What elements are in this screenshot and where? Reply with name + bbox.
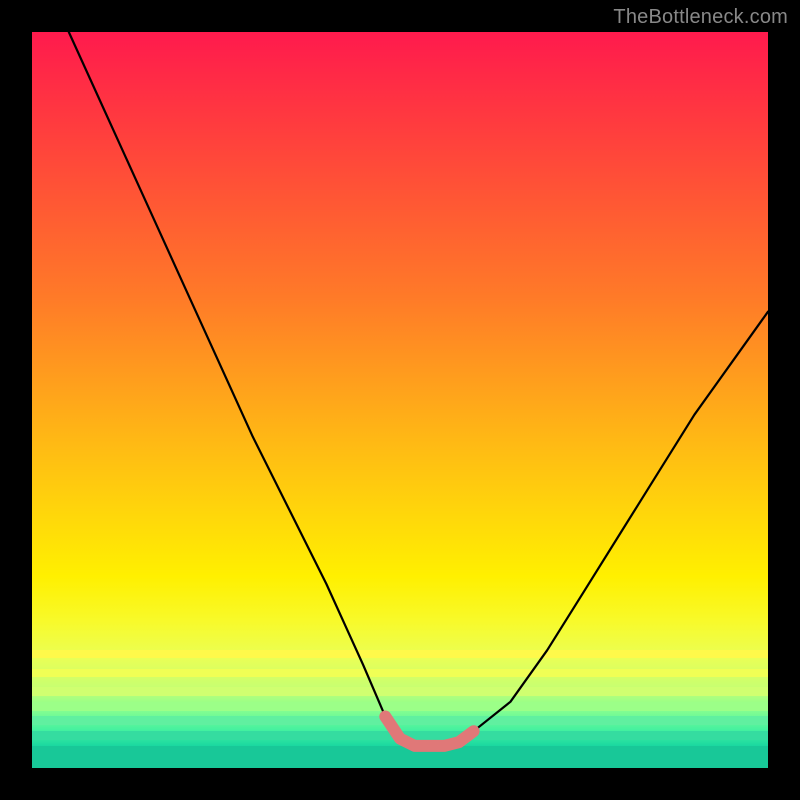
curve-layer	[32, 32, 768, 768]
watermark-text: TheBottleneck.com	[613, 6, 788, 29]
optimal-zone-highlight	[385, 717, 473, 746]
plot-area	[32, 32, 768, 768]
bottleneck-curve	[69, 32, 768, 746]
chart-frame: TheBottleneck.com	[0, 0, 800, 800]
